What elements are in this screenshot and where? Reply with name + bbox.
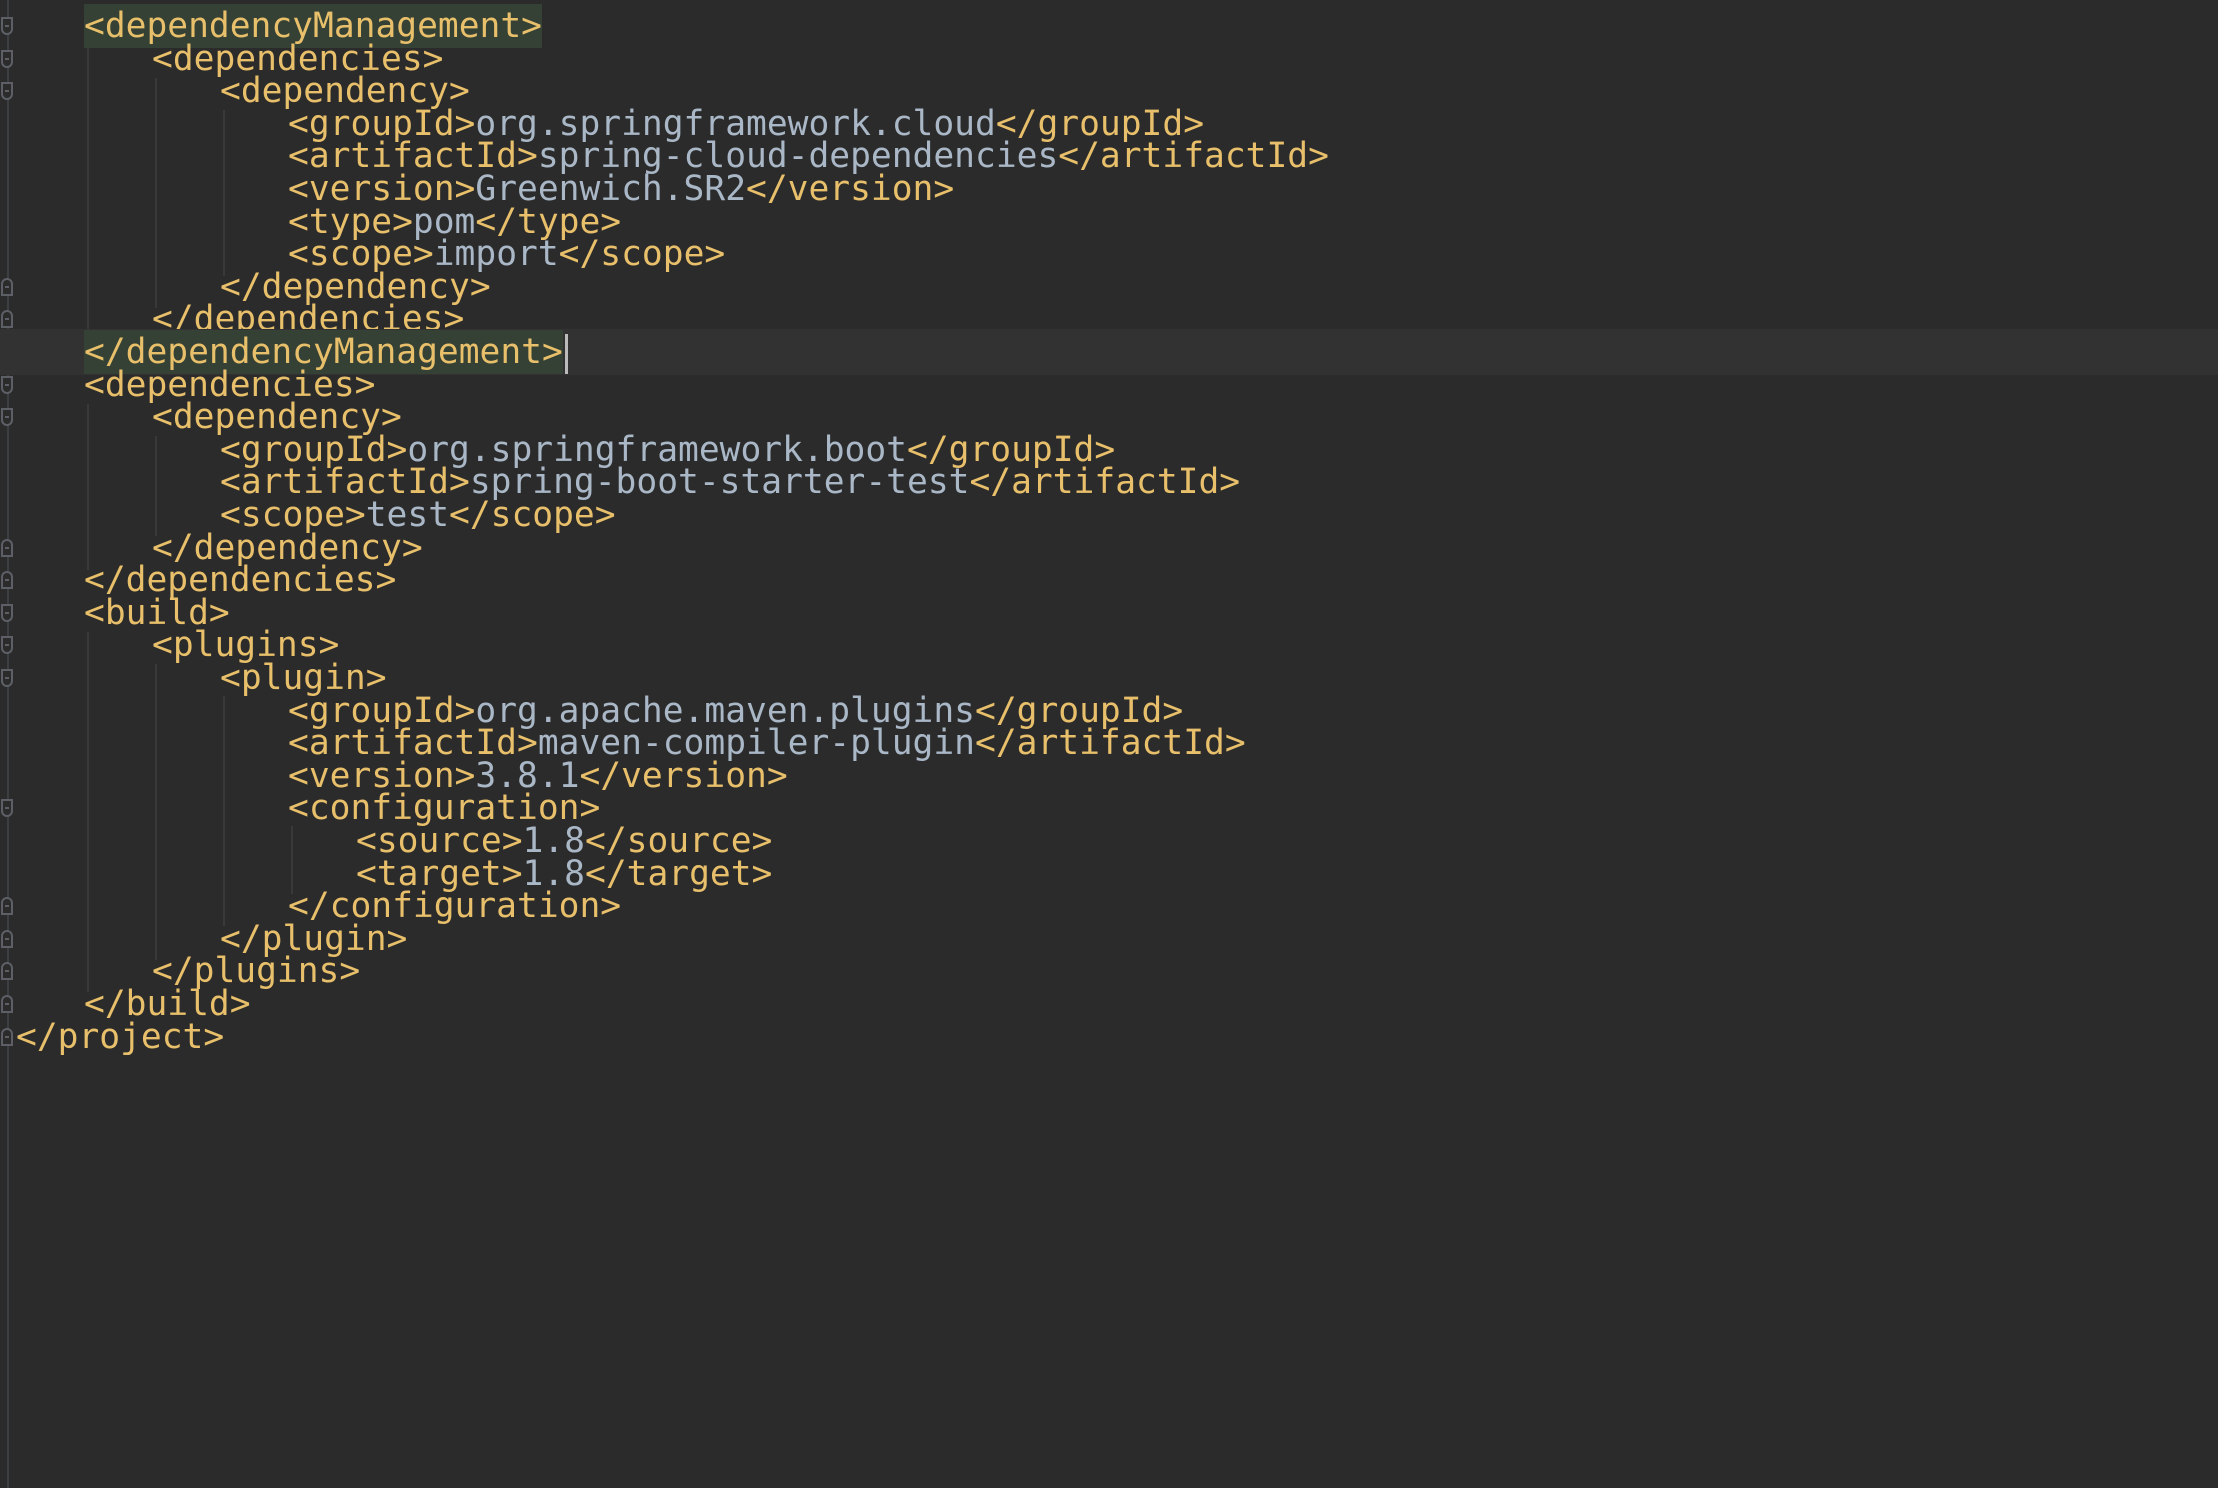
code-editor[interactable]: <dependencyManagement> <dependencies> <dep… [0, 0, 2218, 1488]
xml-open-tag: </project> [16, 1016, 225, 1057]
code-line[interactable]: </project> [0, 1014, 2218, 1060]
